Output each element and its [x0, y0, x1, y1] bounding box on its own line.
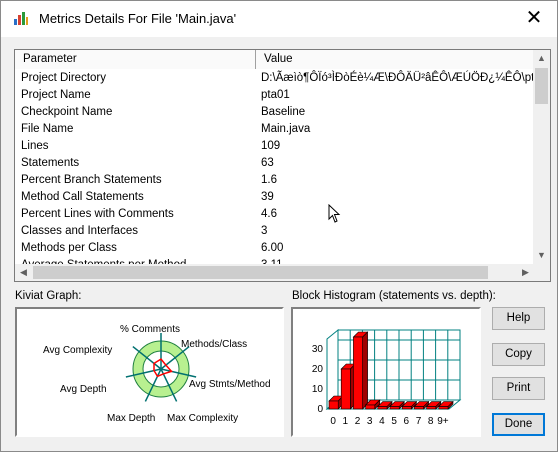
histogram-y-tick-label: 10 — [312, 384, 324, 395]
table-row[interactable]: File Name Main.java — [15, 121, 534, 138]
column-header-parameter[interactable]: Parameter — [15, 50, 256, 69]
copy-button[interactable]: Copy — [492, 343, 545, 366]
value-cell: D:\Ãæìò¶ÔÏó³ÌÐòÉè¼Æ\ÐÔÄÜ²âÊÔ\ÆÚÖÐ¿¼ÊÔ\pt — [261, 72, 534, 84]
metrics-table: Parameter Value Project Directory D:\Ãæìò… — [14, 49, 551, 282]
parameter-cell: Method Call Statements — [21, 191, 144, 203]
parameter-cell: Project Directory — [21, 72, 106, 84]
histogram-bar — [389, 406, 400, 410]
parameter-cell: Percent Lines with Comments — [21, 208, 174, 220]
table-row[interactable]: Lines 109 — [15, 138, 534, 155]
value-cell: 6.00 — [261, 242, 284, 254]
histogram-bar-side — [362, 331, 368, 410]
value-cell: 109 — [261, 140, 281, 152]
table-row[interactable]: Percent Branch Statements 1.6 — [15, 172, 534, 189]
done-button[interactable]: Done — [492, 413, 545, 436]
kiviat-axis-label: Max Depth — [107, 413, 155, 424]
histogram-x-tick-label: 9+ — [437, 416, 449, 427]
metrics-details-window: Metrics Details For File 'Main.java' ✕ P… — [0, 0, 558, 452]
table-row[interactable]: Average Statements per Method 3.11 — [15, 257, 534, 264]
table-row[interactable]: Checkpoint Name Baseline — [15, 104, 534, 121]
table-body: Project Directory D:\Ãæìò¶ÔÏó³ÌÐòÉè¼Æ\ÐÔÄ… — [15, 70, 534, 264]
kiviat-graph-label: Kiviat Graph: — [15, 290, 82, 302]
horizontal-scrollbar[interactable]: ◀ ▶ — [15, 264, 534, 281]
value-cell: pta01 — [261, 89, 290, 101]
column-header-value[interactable]: Value — [256, 50, 534, 69]
histogram-x-tick-label: 3 — [367, 416, 373, 427]
table-row[interactable]: Methods per Class 6.00 — [15, 240, 534, 257]
histogram-x-tick-label: 6 — [404, 416, 410, 427]
kiviat-axis-label: % Comments — [120, 324, 180, 335]
histogram-x-tick-label: 2 — [355, 416, 361, 427]
table-row[interactable]: Classes and Interfaces 3 — [15, 223, 534, 240]
histogram-bar — [377, 406, 388, 410]
parameter-cell: File Name — [21, 123, 74, 135]
scroll-right-icon[interactable]: ▶ — [517, 264, 534, 281]
histogram-bar — [353, 336, 363, 410]
vertical-scroll-thumb[interactable] — [535, 68, 548, 104]
help-button[interactable]: Help — [492, 307, 545, 330]
parameter-cell: Checkpoint Name — [21, 106, 113, 118]
value-cell: Baseline — [261, 106, 306, 118]
table-row[interactable]: Project Directory D:\Ãæìò¶ÔÏó³ÌÐòÉè¼Æ\ÐÔÄ… — [15, 70, 534, 87]
kiviat-axis-label: Avg Complexity — [43, 345, 112, 356]
parameter-cell: Classes and Interfaces — [21, 225, 138, 237]
value-cell: 1.6 — [261, 174, 277, 186]
histogram-bar — [365, 404, 376, 410]
histogram-x-tick-label: 1 — [343, 416, 349, 427]
kiviat-graph: % Comments Methods/Class Avg Stmts/Metho… — [15, 307, 284, 437]
value-cell: 63 — [261, 157, 274, 169]
parameter-cell: Project Name — [21, 89, 91, 101]
scroll-up-icon[interactable]: ▲ — [533, 50, 550, 67]
window-title: Metrics Details For File 'Main.java' — [39, 11, 237, 26]
histogram-y-tick-label: 20 — [312, 364, 324, 375]
histogram-x-tick-label: 5 — [391, 416, 397, 427]
parameter-cell: Statements — [21, 157, 80, 169]
parameter-cell: Average Statements per Method — [21, 257, 186, 264]
print-button[interactable]: Print — [492, 377, 545, 400]
value-cell: Main.java — [261, 123, 311, 135]
vertical-scrollbar[interactable]: ▲ ▼ — [533, 50, 550, 264]
value-cell: 3 — [261, 225, 268, 237]
value-cell: 3.11 — [261, 257, 283, 264]
kiviat-axis-label: Avg Stmts/Method — [189, 379, 271, 390]
table-row[interactable]: Method Call Statements 39 — [15, 189, 534, 206]
histogram-x-tick-label: 0 — [330, 416, 336, 427]
histogram-y-tick-label: 30 — [312, 344, 324, 355]
horizontal-scroll-thumb[interactable] — [33, 266, 488, 279]
histogram-bar — [414, 406, 424, 410]
scroll-left-icon[interactable]: ◀ — [15, 264, 32, 281]
block-histogram-label: Block Histogram (statements vs. depth): — [292, 290, 496, 302]
table-row[interactable]: Percent Lines with Comments 4.6 — [15, 206, 534, 223]
histogram-y-tick-label: 0 — [317, 404, 323, 415]
title-bar: Metrics Details For File 'Main.java' ✕ — [1, 1, 557, 37]
text-cursor-icon — [328, 204, 341, 223]
kiviat-axis-label: Methods/Class — [181, 339, 247, 350]
value-cell: 4.6 — [261, 208, 277, 220]
parameter-cell: Methods per Class — [21, 242, 117, 254]
histogram-x-tick-label: 4 — [379, 416, 385, 427]
parameter-cell: Lines — [21, 140, 49, 152]
histogram-bar — [340, 368, 351, 410]
close-icon[interactable]: ✕ — [517, 5, 551, 31]
kiviat-axis-label: Max Complexity — [167, 413, 238, 424]
value-cell: 39 — [261, 191, 274, 203]
app-icon — [13, 10, 29, 26]
histogram-bar — [426, 406, 437, 410]
kiviat-axis-label: Avg Depth — [60, 384, 107, 395]
histogram-bar — [401, 406, 412, 410]
histogram-bar — [438, 406, 449, 410]
table-header: Parameter Value — [15, 50, 534, 69]
block-histogram-chart: 0 10 20 30 0 1 2 3 4 5 6 7 8 9+ — [291, 307, 481, 437]
histogram-x-tick-label: 8 — [428, 416, 434, 427]
scroll-down-icon[interactable]: ▼ — [533, 247, 550, 264]
table-row[interactable]: Project Name pta01 — [15, 87, 534, 104]
histogram-bar — [328, 400, 339, 410]
scroll-corner — [533, 264, 550, 281]
parameter-cell: Percent Branch Statements — [21, 174, 162, 186]
histogram-x-tick-label: 7 — [416, 416, 422, 427]
table-row[interactable]: Statements 63 — [15, 155, 534, 172]
